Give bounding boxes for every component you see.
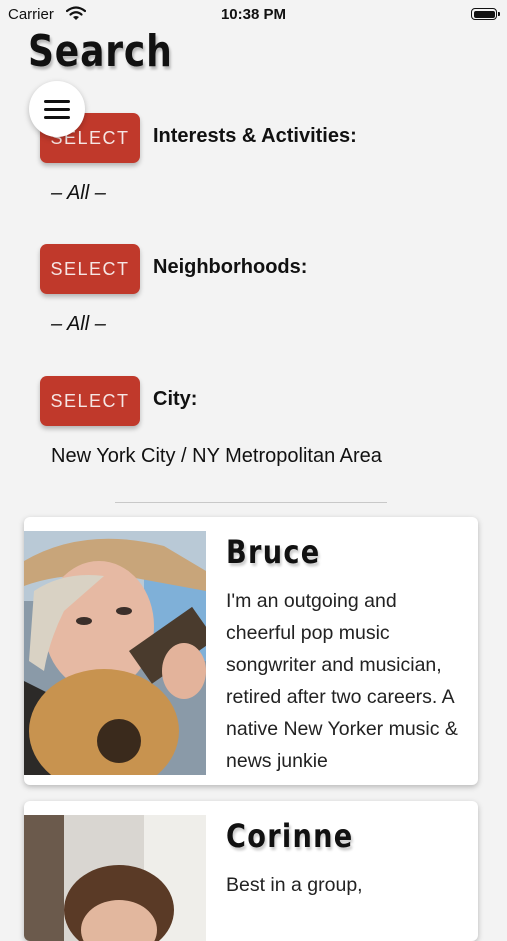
city-label: City: (153, 388, 198, 410)
clock: 10:38 PM (220, 6, 287, 23)
neighborhoods-value: – All – (51, 313, 106, 335)
profile-card[interactable]: Bruce I'm an outgoing and cheerful pop m… (24, 517, 478, 785)
neighborhoods-label: Neighborhoods: (153, 256, 308, 278)
battery-icon (471, 8, 500, 20)
menu-button[interactable] (29, 81, 85, 137)
profile-photo (24, 815, 206, 941)
select-neighborhoods-button[interactable]: SELECT (40, 244, 140, 294)
interests-value: – All – (51, 182, 106, 204)
profile-photo (24, 531, 206, 775)
page-title: Search (28, 26, 173, 77)
profile-name: Corinne (226, 817, 354, 855)
hamburger-icon (44, 99, 70, 103)
divider (115, 502, 387, 503)
profile-bio: Best in a group, (226, 874, 363, 896)
profile-bio: I'm an outgoing and cheerful pop music s… (226, 590, 458, 772)
city-value: New York City / NY Metropolitan Area (51, 445, 382, 467)
profile-card[interactable]: Corinne Best in a group, (24, 801, 478, 941)
interests-label: Interests & Activities: (153, 125, 357, 147)
select-city-button[interactable]: SELECT (40, 376, 140, 426)
profile-name: Bruce (226, 533, 321, 571)
